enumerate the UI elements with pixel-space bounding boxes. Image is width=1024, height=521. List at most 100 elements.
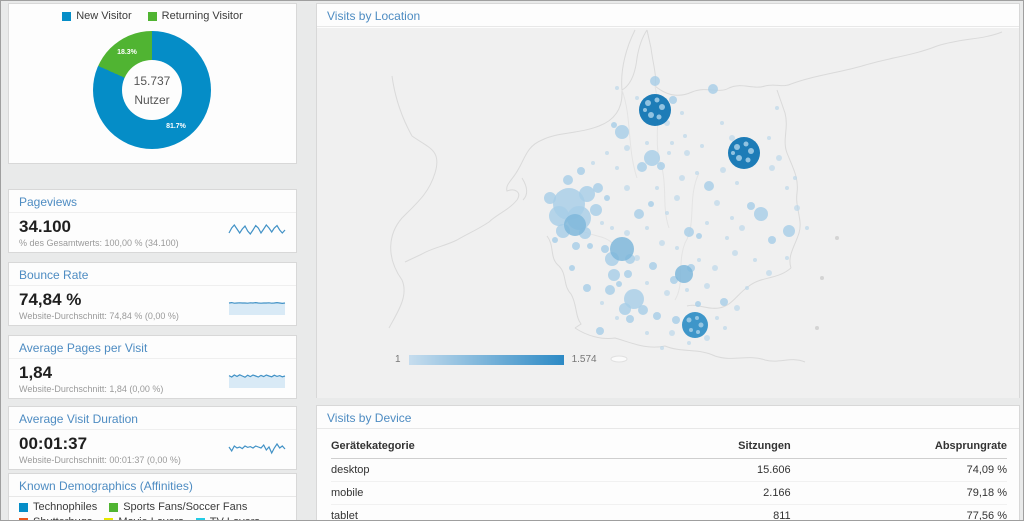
map-bubble[interactable]: [684, 150, 690, 156]
map-bubble[interactable]: [659, 104, 665, 110]
map-bubble[interactable]: [820, 276, 824, 280]
map-bubble[interactable]: [767, 136, 771, 140]
map-bubble[interactable]: [679, 175, 685, 181]
map-bubble[interactable]: [686, 317, 692, 323]
map-bubble[interactable]: [653, 312, 661, 320]
map-bubble[interactable]: [579, 186, 595, 202]
map-bubble[interactable]: [563, 175, 573, 185]
map-bubble[interactable]: [645, 281, 649, 285]
legend-item-sports-fans-soccer-fans[interactable]: Sports Fans/Soccer Fans: [109, 501, 247, 513]
map-bubble[interactable]: [611, 122, 617, 128]
map-bubble[interactable]: [624, 185, 630, 191]
map-bubble[interactable]: [667, 151, 671, 155]
pages-per-visit-title-link[interactable]: Average Pages per Visit: [19, 341, 147, 355]
map-bubble[interactable]: [672, 316, 680, 324]
map-bubble[interactable]: [714, 200, 720, 206]
map-bubble[interactable]: [696, 233, 702, 239]
map-bubble[interactable]: [704, 283, 710, 289]
map-bubble[interactable]: [615, 86, 619, 90]
location-title-link[interactable]: Visits by Location: [327, 9, 420, 23]
map-bubble[interactable]: [754, 207, 768, 221]
map-bubble[interactable]: [601, 245, 609, 253]
map-bubble[interactable]: [634, 209, 644, 219]
map-bubble[interactable]: [689, 328, 693, 332]
map-bubble[interactable]: [794, 205, 800, 211]
map-bubble[interactable]: [700, 144, 704, 148]
map-bubble[interactable]: [696, 330, 700, 334]
map-bubble[interactable]: [634, 255, 640, 261]
map-bubble[interactable]: [705, 221, 709, 225]
map-bubble[interactable]: [552, 237, 558, 243]
map-bubble[interactable]: [572, 242, 580, 250]
legend-item-movie-lovers[interactable]: Movie Lovers: [104, 516, 184, 520]
map-bubble[interactable]: [648, 201, 654, 207]
map-bubble[interactable]: [684, 227, 694, 237]
map-bubble[interactable]: [587, 243, 593, 249]
map-bubble[interactable]: [648, 112, 654, 118]
map-bubble[interactable]: [805, 226, 809, 230]
map-bubble[interactable]: [624, 230, 630, 236]
map-bubble[interactable]: [645, 331, 649, 335]
demographics-title-link[interactable]: Known Demographics (Affinities): [19, 479, 193, 493]
map-bubble[interactable]: [665, 211, 669, 215]
map-bubble[interactable]: [793, 176, 797, 180]
map-bubble[interactable]: [720, 167, 726, 173]
map-bubble[interactable]: [748, 148, 754, 154]
map-bubble[interactable]: [616, 281, 622, 287]
map-bubble[interactable]: [674, 195, 680, 201]
map-bubble[interactable]: [577, 167, 585, 175]
map-bubble[interactable]: [736, 155, 742, 161]
map-bubble[interactable]: [657, 162, 665, 170]
map-bubble[interactable]: [610, 237, 634, 261]
visitor-donut-chart[interactable]: 18.3% 81.7% 15.737 Nutzer: [93, 31, 211, 149]
map-bubble[interactable]: [695, 316, 699, 320]
map-bubble[interactable]: [624, 270, 632, 278]
map-bubble[interactable]: [682, 312, 708, 338]
column-header-device-category[interactable]: Gerätekategorie: [331, 436, 629, 459]
legend-item-tv-lovers[interactable]: TV Lovers: [195, 516, 260, 520]
map-bubble[interactable]: [649, 262, 657, 270]
map-bubble[interactable]: [656, 114, 662, 120]
map-bubble[interactable]: [753, 258, 757, 262]
map-bubble[interactable]: [638, 305, 648, 315]
map-bubble[interactable]: [712, 265, 718, 271]
map-bubble[interactable]: [725, 236, 729, 240]
map-bubble[interactable]: [626, 315, 634, 323]
map-bubble[interactable]: [664, 290, 670, 296]
map-bubble[interactable]: [785, 256, 789, 260]
legend-item-returning-visitor[interactable]: Returning Visitor: [147, 10, 243, 22]
map-bubble[interactable]: [615, 316, 619, 320]
map-bubble[interactable]: [768, 236, 776, 244]
map-bubble[interactable]: [739, 225, 745, 231]
map-bubble[interactable]: [564, 214, 586, 236]
map-bubble[interactable]: [637, 162, 647, 172]
map-bubble[interactable]: [704, 335, 710, 341]
map-bubble[interactable]: [544, 192, 556, 204]
map-bubble[interactable]: [615, 125, 629, 139]
map-bubble[interactable]: [608, 269, 620, 281]
map-bubble[interactable]: [591, 161, 595, 165]
map-bubble[interactable]: [615, 166, 619, 170]
map-bubble[interactable]: [743, 141, 749, 147]
map-bubble[interactable]: [685, 288, 689, 292]
map-bubble[interactable]: [583, 284, 591, 292]
map-bubble[interactable]: [675, 246, 679, 250]
map-bubble[interactable]: [698, 322, 704, 328]
column-header-sessions[interactable]: Sitzungen: [628, 436, 791, 459]
map-bubble[interactable]: [654, 97, 660, 103]
map-bubble[interactable]: [669, 330, 675, 336]
map-bubble[interactable]: [600, 221, 604, 225]
map-bubble[interactable]: [776, 155, 782, 161]
map-bubble[interactable]: [708, 84, 718, 94]
map-bubble[interactable]: [720, 298, 728, 306]
map-bubble[interactable]: [590, 204, 602, 216]
bounce-rate-title-link[interactable]: Bounce Rate: [19, 268, 88, 282]
map-bubble[interactable]: [785, 186, 789, 190]
map-bubble[interactable]: [769, 165, 775, 171]
map-bubble[interactable]: [730, 216, 734, 220]
map-bubble[interactable]: [697, 258, 701, 262]
map-bubble[interactable]: [775, 106, 779, 110]
map-bubble[interactable]: [745, 157, 751, 163]
map-bubble[interactable]: [593, 183, 603, 193]
map-bubble[interactable]: [680, 111, 684, 115]
